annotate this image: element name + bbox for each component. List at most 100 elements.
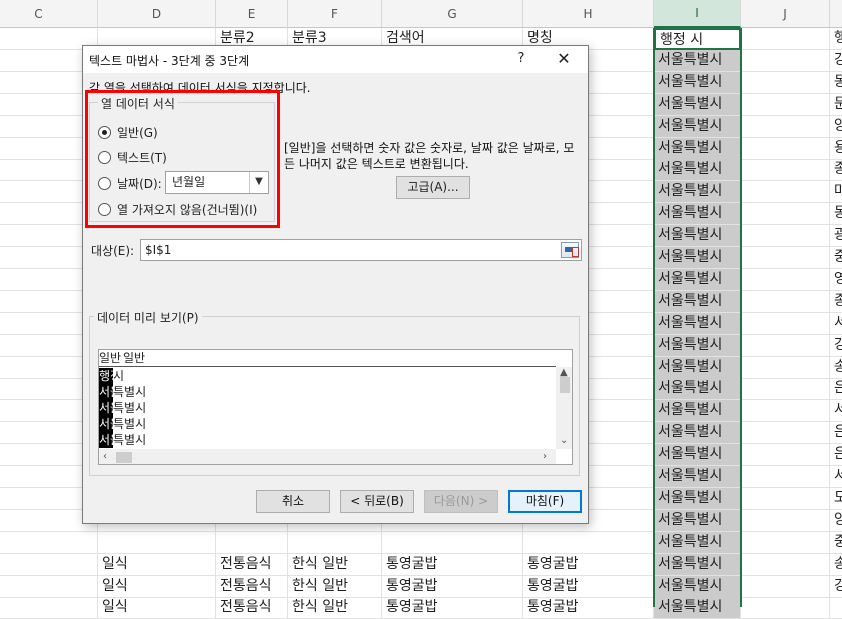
cell-e[interactable]: 전통음식 xyxy=(216,575,288,598)
cell-k[interactable]: 문 xyxy=(830,94,842,116)
cell-i[interactable]: 서울특별시 xyxy=(654,137,741,160)
cell-j[interactable] xyxy=(741,268,830,291)
cell-f[interactable] xyxy=(288,531,382,554)
vertical-scroll-thumb[interactable] xyxy=(560,377,570,393)
scroll-right-icon[interactable]: › xyxy=(543,451,547,462)
cell-c[interactable]: 식 xyxy=(0,553,98,576)
radio-date[interactable]: 날짜(D): xyxy=(98,174,162,192)
cell-j[interactable] xyxy=(741,247,830,269)
cell-e[interactable]: 전통음식 xyxy=(216,553,288,576)
cell-h[interactable] xyxy=(523,531,654,554)
cell-i[interactable]: 서울특별시 xyxy=(654,312,741,335)
cell-i[interactable]: 서울특별시 xyxy=(654,575,741,598)
cell-k[interactable]: 서 xyxy=(830,400,842,423)
cell-k[interactable]: 은 xyxy=(830,378,842,401)
cell-i-header[interactable]: 행정 시 xyxy=(654,28,741,50)
radio-skip-indicator[interactable] xyxy=(98,202,111,216)
radio-text-indicator[interactable] xyxy=(98,150,111,164)
cell-k-header[interactable]: 행 xyxy=(830,28,842,50)
cell-g[interactable]: 통영굴밥 xyxy=(382,553,523,576)
cell-d[interactable] xyxy=(98,531,216,554)
horizontal-scroll-thumb[interactable] xyxy=(116,452,132,463)
cell-h[interactable]: 통영굴밥 xyxy=(523,575,654,598)
cell-i[interactable]: 서울특별시 xyxy=(654,553,741,576)
next-button[interactable]: 다음(N) > xyxy=(424,490,498,513)
radio-general-indicator[interactable] xyxy=(98,125,111,139)
cell-j[interactable] xyxy=(741,509,830,532)
column-header-f[interactable]: F xyxy=(288,0,382,28)
cell-j[interactable] xyxy=(741,115,830,138)
cell-g[interactable]: 통영굴밥 xyxy=(382,575,523,598)
column-header-k[interactable] xyxy=(830,0,842,28)
cancel-button[interactable]: 취소 xyxy=(256,490,330,513)
cell-k[interactable]: 영 xyxy=(830,269,842,291)
cell-f[interactable]: 한식 일반 xyxy=(288,553,382,576)
radio-general[interactable]: 일반(G) xyxy=(98,123,158,141)
cell-c[interactable]: 식 xyxy=(0,531,98,554)
column-header-h[interactable]: H xyxy=(523,0,654,28)
cell-k[interactable]: 강 xyxy=(830,50,842,72)
cell-j[interactable] xyxy=(741,597,830,619)
scroll-down-icon[interactable]: ⌄ xyxy=(560,435,568,446)
column-header-e[interactable]: E xyxy=(216,0,288,28)
cell-i[interactable]: 서울특별시 xyxy=(654,422,741,445)
cell-d[interactable]: 일식 xyxy=(98,553,216,576)
cell-j[interactable] xyxy=(741,400,830,423)
cell-k[interactable]: 송 xyxy=(830,357,842,379)
cell-i[interactable]: 서울특별시 xyxy=(654,597,741,619)
finish-button[interactable]: 마침(F) xyxy=(508,490,582,513)
cell-e[interactable]: 전통음식 xyxy=(216,597,288,619)
cell-k[interactable]: 강 xyxy=(830,335,842,357)
radio-skip[interactable]: 열 가져오지 않음(건너뜀)(I) xyxy=(98,200,257,218)
dialog-titlebar[interactable]: 텍스트 마법사 - 3단계 중 3단계 ? ✕ xyxy=(83,46,588,73)
cell-k[interactable]: 양 xyxy=(830,116,842,138)
preview-header-col2[interactable]: 일반 xyxy=(123,350,145,366)
cell-k[interactable]: 용 xyxy=(830,138,842,160)
scroll-left-icon[interactable]: ‹ xyxy=(103,451,107,462)
cell-k[interactable]: 종 xyxy=(830,159,842,182)
cell-k[interactable]: 종 xyxy=(830,291,842,313)
cell-i[interactable]: 서울특별시 xyxy=(654,466,741,488)
preview-vertical-scrollbar[interactable]: ▲ ⌄ xyxy=(556,367,572,449)
cell-i[interactable]: 서울특별시 xyxy=(654,531,741,554)
cell-j[interactable] xyxy=(741,334,830,357)
cell-i[interactable]: 서울특별시 xyxy=(654,444,741,467)
column-header-d[interactable]: D xyxy=(98,0,216,28)
preview-column-headers[interactable]: 일반 일반 xyxy=(99,350,556,367)
cell-k[interactable]: 서 xyxy=(830,466,842,488)
cell-i[interactable]: 서울특별시 xyxy=(654,181,741,204)
cell-k[interactable]: 은 xyxy=(830,444,842,467)
cell-f[interactable]: 한식 일반 xyxy=(288,597,382,619)
date-format-select[interactable]: 년월일 ▼ xyxy=(165,171,269,194)
cell-j[interactable] xyxy=(741,71,830,94)
cell-j[interactable] xyxy=(741,553,830,576)
cell-i[interactable]: 서울특별시 xyxy=(654,49,741,72)
cell-i[interactable]: 서울특별시 xyxy=(654,378,741,401)
cell-i[interactable]: 서울특별시 xyxy=(654,93,741,116)
cell-j[interactable] xyxy=(741,444,830,467)
column-header-c[interactable]: C xyxy=(0,0,98,28)
column-header-j[interactable]: J xyxy=(741,0,830,28)
cell-i[interactable]: 서울특별시 xyxy=(654,356,741,379)
cell-d[interactable]: 일식 xyxy=(98,575,216,598)
data-preview-box[interactable]: 일반 일반 행정 시서울특별시서울특별시서울특별시서울특별시 ▲ ⌄ ‹ › xyxy=(98,349,573,465)
cell-e[interactable] xyxy=(216,531,288,554)
cell-i[interactable]: 서울특별시 xyxy=(654,400,741,423)
cell-k[interactable]: 강 xyxy=(830,576,842,598)
cell-c[interactable]: 식 xyxy=(0,597,98,619)
close-button[interactable]: ✕ xyxy=(553,48,575,70)
cell-k[interactable]: 광 xyxy=(830,225,842,248)
cell-j[interactable] xyxy=(741,203,830,226)
cell-i[interactable]: 서울특별시 xyxy=(654,159,741,182)
destination-input[interactable]: $I$1 xyxy=(140,239,582,261)
cell-j[interactable] xyxy=(741,225,830,248)
cell-j[interactable] xyxy=(741,575,830,598)
column-header-g[interactable]: G xyxy=(382,0,523,28)
back-button[interactable]: < 뒤로(B) xyxy=(340,490,414,513)
cell-k[interactable]: 서 xyxy=(830,313,842,335)
collapse-dialog-icon[interactable] xyxy=(561,242,579,258)
cell-j[interactable] xyxy=(741,49,830,72)
cell-c[interactable]: 식 xyxy=(0,575,98,598)
cell-j-header[interactable] xyxy=(741,28,830,50)
cell-i[interactable]: 서울특별시 xyxy=(654,115,741,138)
